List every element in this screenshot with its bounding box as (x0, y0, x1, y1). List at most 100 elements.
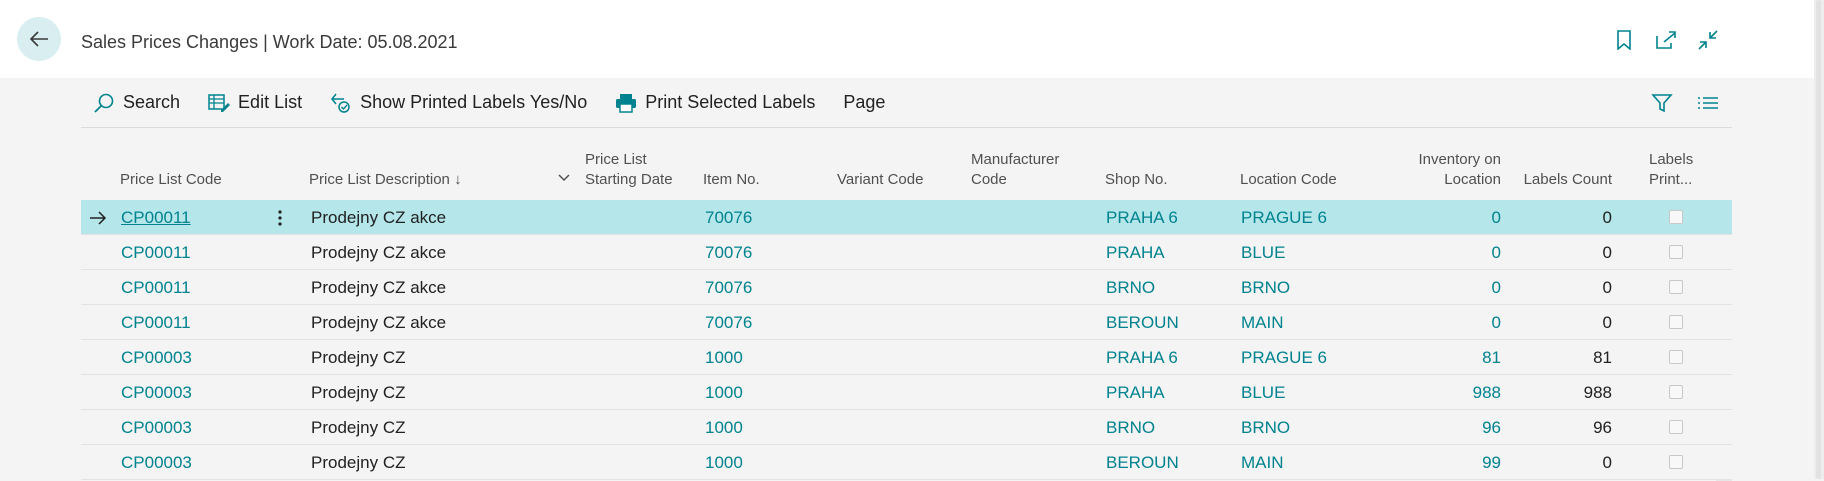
column-header-shop-no[interactable]: Shop No. (1105, 170, 1168, 190)
back-button[interactable] (17, 17, 61, 61)
column-header-variant-code[interactable]: Variant Code (837, 170, 923, 190)
cell-item-no[interactable]: 70076 (705, 305, 752, 340)
filter-icon[interactable] (1650, 91, 1674, 115)
cell-inventory-on-location[interactable]: 0 (1371, 270, 1501, 305)
cell-labels-count[interactable]: 0 (1501, 305, 1612, 340)
cell-shop-no[interactable]: PRAHA (1106, 235, 1165, 270)
cell-shop-no[interactable]: PRAHA 6 (1106, 340, 1178, 375)
cell-shop-no[interactable]: BEROUN (1106, 305, 1179, 340)
cell-item-no[interactable]: 70076 (705, 200, 752, 235)
column-header-price-list-code[interactable]: Price List Code (120, 170, 222, 190)
cell-price-list-code[interactable]: CP00003 (121, 445, 192, 480)
cell-price-list-code[interactable]: CP00011 (121, 235, 191, 270)
cell-price-list-code[interactable]: CP00011 (121, 270, 191, 305)
cell-inventory-on-location[interactable]: 99 (1371, 445, 1501, 480)
cell-inventory-on-location[interactable]: 0 (1371, 235, 1501, 270)
page-scrollbar-track[interactable] (1816, 0, 1821, 479)
cell-labels-count[interactable]: 81 (1501, 340, 1612, 375)
labels-printed-checkbox[interactable] (1669, 280, 1683, 294)
cell-location-code[interactable]: MAIN (1241, 305, 1284, 340)
cell-shop-no[interactable]: BEROUN (1106, 445, 1179, 480)
collapse-icon[interactable] (1696, 28, 1720, 52)
cell-price-list-description[interactable]: Prodejny CZ (311, 375, 405, 410)
cell-price-list-description[interactable]: Prodejny CZ akce (311, 270, 446, 305)
cell-inventory-on-location[interactable]: 0 (1371, 200, 1501, 235)
cell-price-list-description[interactable]: Prodejny CZ akce (311, 305, 446, 340)
table-row[interactable]: CP00003 Prodejny CZ 1000 BRNO BRNO 96 96 (81, 410, 1732, 445)
labels-printed-checkbox[interactable] (1669, 245, 1683, 259)
cell-price-list-description[interactable]: Prodejny CZ (311, 340, 405, 375)
page-scrollbar[interactable] (1814, 0, 1824, 479)
cell-labels-count[interactable]: 0 (1501, 270, 1612, 305)
cell-location-code[interactable]: BLUE (1241, 375, 1285, 410)
labels-printed-checkbox[interactable] (1669, 420, 1683, 434)
column-header-inventory-on-location[interactable]: Inventory on Location (1371, 150, 1501, 190)
labels-printed-checkbox[interactable] (1669, 350, 1683, 364)
cell-shop-no[interactable]: BRNO (1106, 270, 1155, 305)
table-row[interactable]: CP00003 Prodejny CZ 1000 PRAHA 6 PRAGUE 6 81 8… (81, 340, 1732, 375)
show-printed-labels-label: Show Printed Labels Yes/No (360, 92, 588, 112)
row-actions-icon[interactable] (277, 200, 283, 235)
table-row[interactable]: CP00011 Prodejny CZ akce 70076 PRAHA 6 PRAGU… (81, 200, 1732, 235)
bookmark-icon[interactable] (1612, 28, 1636, 52)
labels-printed-checkbox[interactable] (1669, 315, 1683, 329)
column-header-labels-printed[interactable]: Labels Print... (1649, 150, 1693, 190)
cell-price-list-code[interactable]: CP00011 (121, 200, 191, 235)
cell-item-no[interactable]: 1000 (705, 340, 743, 375)
table-row[interactable]: CP00011 Prodejny CZ akce 70076 BEROUN MAIN 0 0 (81, 305, 1732, 340)
cell-inventory-on-location[interactable]: 988 (1371, 375, 1501, 410)
labels-printed-checkbox[interactable] (1669, 385, 1683, 399)
column-header-manufacturer-line2: Code (971, 171, 1007, 188)
cell-item-no[interactable]: 1000 (705, 445, 743, 480)
cell-inventory-on-location[interactable]: 96 (1371, 410, 1501, 445)
cell-price-list-code[interactable]: CP00003 (121, 375, 192, 410)
cell-labels-count[interactable]: 988 (1501, 375, 1612, 410)
cell-price-list-description[interactable]: Prodejny CZ akce (311, 235, 446, 270)
cell-inventory-on-location[interactable]: 0 (1371, 305, 1501, 340)
cell-item-no[interactable]: 1000 (705, 375, 743, 410)
cell-inventory-on-location[interactable]: 81 (1371, 340, 1501, 375)
cell-shop-no[interactable]: PRAHA (1106, 375, 1165, 410)
column-header-price-list-description[interactable]: Price List Description ↓ (309, 170, 462, 190)
page-menu-button[interactable]: Page (843, 78, 885, 128)
cell-price-list-code[interactable]: CP00003 (121, 340, 192, 375)
labels-printed-checkbox[interactable] (1669, 210, 1683, 224)
cell-item-no[interactable]: 70076 (705, 235, 752, 270)
show-printed-labels-button[interactable]: Show Printed Labels Yes/No (330, 78, 587, 128)
cell-location-code[interactable]: PRAGUE 6 (1241, 200, 1327, 235)
column-header-location-code[interactable]: Location Code (1240, 170, 1337, 190)
cell-location-code[interactable]: BRNO (1241, 270, 1290, 305)
cell-item-no[interactable]: 70076 (705, 270, 752, 305)
edit-list-button[interactable]: Edit List (208, 78, 302, 128)
labels-printed-checkbox[interactable] (1669, 455, 1683, 469)
open-in-new-window-icon[interactable] (1654, 28, 1678, 52)
table-row[interactable]: CP00011 Prodejny CZ akce 70076 BRNO BRNO 0 0 (81, 270, 1732, 305)
table-row[interactable]: CP00003 Prodejny CZ 1000 PRAHA BLUE 988 988 (81, 375, 1732, 410)
list-view-icon[interactable] (1696, 91, 1720, 115)
cell-shop-no[interactable]: BRNO (1106, 410, 1155, 445)
cell-price-list-code[interactable]: CP00011 (121, 305, 191, 340)
cell-location-code[interactable]: BLUE (1241, 235, 1285, 270)
column-header-labels-count[interactable]: Labels Count (1501, 170, 1612, 190)
cell-location-code[interactable]: BRNO (1241, 410, 1290, 445)
cell-shop-no[interactable]: PRAHA 6 (1106, 200, 1178, 235)
cell-price-list-description[interactable]: Prodejny CZ (311, 445, 405, 480)
cell-location-code[interactable]: PRAGUE 6 (1241, 340, 1327, 375)
cell-location-code[interactable]: MAIN (1241, 445, 1284, 480)
column-header-options[interactable] (558, 168, 570, 188)
cell-labels-count[interactable]: 96 (1501, 410, 1612, 445)
column-header-item-no[interactable]: Item No. (703, 170, 760, 190)
column-header-manufacturer-code[interactable]: Manufacturer Code (971, 150, 1059, 190)
cell-item-no[interactable]: 1000 (705, 410, 743, 445)
cell-price-list-description[interactable]: Prodejny CZ akce (311, 200, 446, 235)
cell-labels-count[interactable]: 0 (1501, 200, 1612, 235)
cell-labels-count[interactable]: 0 (1501, 235, 1612, 270)
cell-price-list-code[interactable]: CP00003 (121, 410, 192, 445)
print-selected-labels-button[interactable]: Print Selected Labels (615, 78, 815, 128)
cell-price-list-description[interactable]: Prodejny CZ (311, 410, 405, 445)
search-button[interactable]: Search (93, 78, 180, 128)
cell-labels-count[interactable]: 0 (1501, 445, 1612, 480)
table-row[interactable]: CP00003 Prodejny CZ 1000 BEROUN MAIN 99 0 (81, 445, 1732, 480)
table-row[interactable]: CP00011 Prodejny CZ akce 70076 PRAHA BLUE 0 0 (81, 235, 1732, 270)
column-header-starting-date[interactable]: Price List Starting Date (585, 150, 673, 190)
